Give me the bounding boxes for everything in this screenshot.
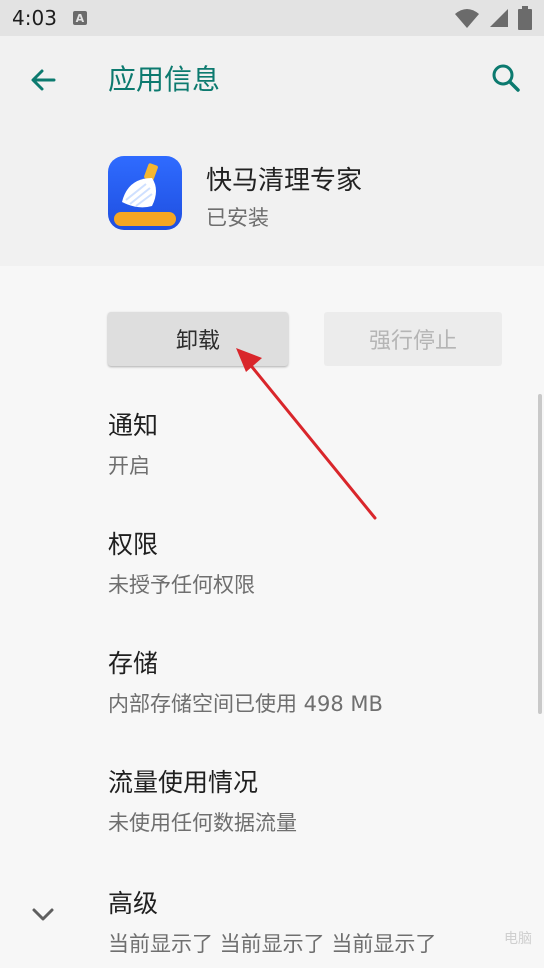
notification-a-icon: A (72, 11, 87, 25)
list-item-permissions[interactable]: 权限 未授予任何权限 (108, 525, 255, 599)
list-item-subtitle: 未使用任何数据流量 (108, 811, 297, 835)
arrow-back-icon[interactable] (24, 60, 64, 100)
list-item-title: 流量使用情况 (108, 768, 259, 797)
list-item-subtitle: 当前显示了 当前显示了 当前显示了 (108, 932, 437, 956)
battery-icon (518, 6, 532, 30)
list-item-title: 通知 (108, 411, 159, 440)
list-item-data-usage[interactable]: 流量使用情况 未使用任何数据流量 (108, 763, 297, 837)
uninstall-button[interactable]: 卸载 (108, 312, 288, 366)
wifi-icon (455, 9, 479, 28)
app-header: 快马清理专家 已安装 (0, 124, 544, 266)
app-icon (108, 156, 182, 230)
search-icon[interactable] (486, 58, 526, 98)
app-install-status: 已安装 (206, 206, 269, 230)
app-info-content: 卸载 强行停止 通知 开启 权限 未授予任何权限 存储 内部存储空间已使用 49… (0, 266, 544, 968)
cell-signal-icon (490, 9, 508, 27)
chevron-down-icon[interactable] (28, 900, 58, 930)
status-icons (454, 6, 532, 30)
list-item-subtitle: 内部存储空间已使用 498 MB (108, 692, 383, 716)
status-bar: 4:03 A (0, 0, 544, 36)
page-title: 应用信息 (108, 63, 221, 96)
list-item-advanced[interactable]: 高级 当前显示了 当前显示了 当前显示了 (108, 884, 436, 958)
list-item-notifications[interactable]: 通知 开启 (108, 406, 158, 480)
app-name: 快马清理专家 (206, 166, 363, 196)
list-item-subtitle: 未授予任何权限 (108, 573, 255, 597)
list-item-title: 存储 (108, 649, 159, 678)
force-stop-button[interactable]: 强行停止 (324, 312, 502, 366)
app-bar: 应用信息 (0, 36, 544, 124)
list-item-storage[interactable]: 存储 内部存储空间已使用 498 MB (108, 644, 383, 718)
status-time: 4:03 (12, 6, 57, 30)
list-item-title: 权限 (108, 530, 159, 559)
list-item-title: 高级 (108, 889, 159, 918)
list-item-subtitle: 开启 (108, 454, 150, 478)
scrollbar[interactable] (538, 394, 542, 714)
watermark-text: 电脑 (504, 931, 532, 947)
